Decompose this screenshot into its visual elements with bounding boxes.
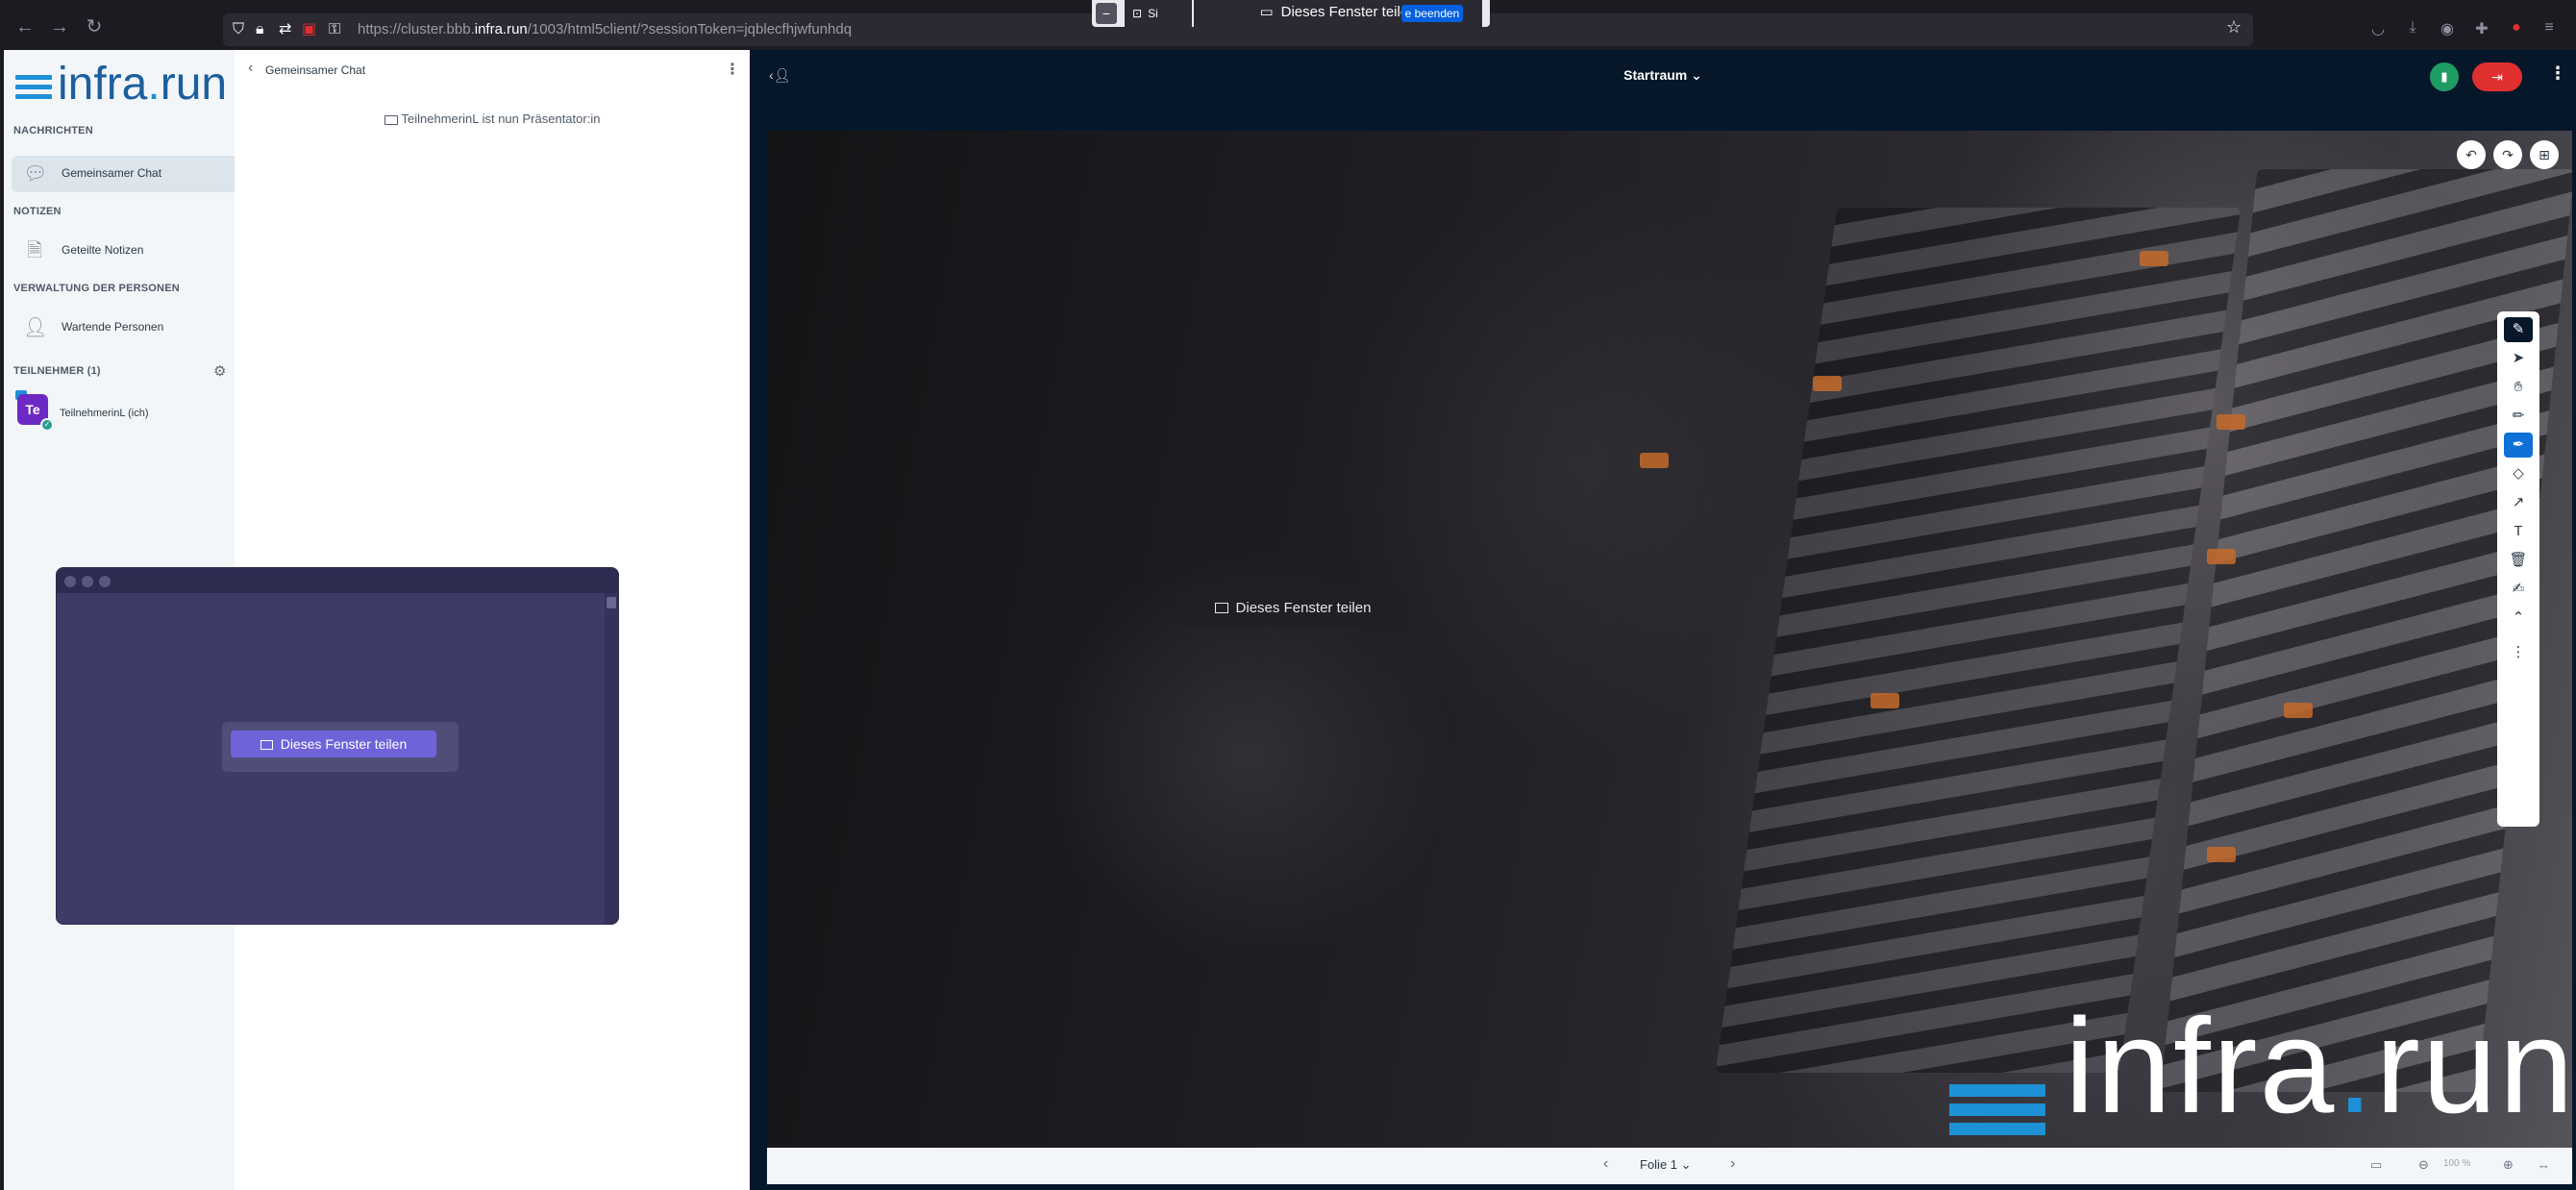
chat-title[interactable]: Gemeinsamer Chat <box>265 63 365 77</box>
next-slide-icon[interactable]: › <box>1730 1155 1735 1173</box>
shared-tab-label[interactable]: ⊡ Si <box>1125 0 1192 27</box>
chevron-down-icon: ⌄ <box>1691 67 1702 83</box>
sidebar-item-public-chat[interactable]: 💬︎ Gemeinsamer Chat <box>12 156 235 192</box>
scrollbar[interactable] <box>605 593 618 924</box>
connection-status-button[interactable]: ▮ <box>2430 62 2459 91</box>
delete-icon[interactable]: 🗑︎ <box>2504 548 2533 573</box>
presentation-area: ‹👤︎ Startraum ⌄ ▮ ⇥ ⋮ Dieses Fenster tei… <box>750 50 2576 1190</box>
fit-width-icon[interactable]: ↔ <box>2538 1157 2550 1172</box>
stop-sharing-button[interactable]: e beenden <box>1401 5 1463 22</box>
bookmark-star-icon[interactable]: ☆ <box>2226 17 2242 37</box>
previous-slide-icon[interactable]: ‹ <box>1603 1155 1608 1173</box>
forward-icon[interactable]: → <box>48 15 71 38</box>
window-icon <box>1214 603 1228 613</box>
presentation-slide[interactable]: Dieses Fenster teilen infra.run ↶ ↷ ⊞ ✎ … <box>767 131 2572 1148</box>
notes-icon: 🗎︎ <box>26 240 43 261</box>
more-tools-icon[interactable]: ⋮ <box>2504 640 2533 665</box>
brand-logo: infra.run <box>13 60 229 110</box>
share-window-button[interactable]: Dieses Fenster teilen <box>231 731 436 757</box>
whiteboard-toolbar: ✎ ➤ ✋︎ ✏︎ ✒︎ ◇ ↗ T 🗑︎ ✍︎ ⌃ ⋮ <box>2497 311 2539 827</box>
chevron-up-icon[interactable]: ⌃ <box>2504 606 2533 631</box>
share-preview-window[interactable]: Dieses Fenster teilen <box>56 567 619 925</box>
slide-logo: infra.run <box>2065 990 2572 1141</box>
browser-toolbar: ← → ↻ ⛉ 🔒︎ ⇄ ▣ ⚿ https://cluster.bbb.inf… <box>0 0 2576 50</box>
person-icon: 👤︎ <box>23 317 48 338</box>
account-icon[interactable]: ◉ <box>2438 19 2457 38</box>
key-icon[interactable]: ⚿ <box>329 20 340 39</box>
section-messages: NACHRICHTEN <box>13 125 93 136</box>
pocket-icon[interactable]: ◡ <box>2368 19 2388 38</box>
bbb-page: infra.run NACHRICHTEN 💬︎ Gemeinsamer Cha… <box>4 50 2576 1190</box>
gear-icon[interactable]: ⚙ <box>213 362 226 380</box>
sidebar-item-waiting-users[interactable]: 👤︎ Wartende Personen <box>12 310 235 346</box>
chevron-left-icon[interactable]: ‹ <box>248 60 253 77</box>
arrow-tool-icon[interactable]: ↗ <box>2504 490 2533 515</box>
share-window-label[interactable]: Dieses Fenster teilen <box>1177 590 1409 627</box>
chevron-down-icon: ⌄ <box>1680 1157 1692 1172</box>
pen-tool-icon[interactable]: ✒︎ <box>2504 433 2533 458</box>
extensions-icon[interactable]: ✚ <box>2472 19 2491 38</box>
document-icon: ⊡ <box>1132 7 1143 20</box>
window-icon: ▭ <box>1259 4 1274 20</box>
window-icon <box>260 740 273 750</box>
screen-share-indicator-icon[interactable]: ▣ <box>302 20 316 39</box>
room-title[interactable]: Startraum ⌄ <box>750 67 2576 84</box>
zoom-in-icon[interactable]: ⊕ <box>2503 1157 2514 1173</box>
minimize-icon[interactable]: − <box>1096 3 1117 24</box>
system-message: TeilnehmerinL ist nun Präsentator:in <box>235 112 750 126</box>
back-icon[interactable]: ← <box>13 15 37 38</box>
text-tool-icon[interactable]: T <box>2504 519 2533 544</box>
menu-icon[interactable]: ≡ <box>2539 19 2559 38</box>
redo-icon[interactable]: ↷ <box>2493 140 2522 169</box>
permissions-icon[interactable]: ⇄ <box>279 20 291 39</box>
url-text[interactable]: https://cluster.bbb.infra.run/1003/html5… <box>358 21 852 37</box>
chat-icon: 💬︎ <box>23 163 48 185</box>
more-options-icon[interactable]: ⋮ <box>2549 63 2566 84</box>
downloads-icon[interactable]: ⤓ <box>2403 19 2422 38</box>
section-people-management: VERWALTUNG DER PERSONEN <box>13 283 180 294</box>
preview-titlebar[interactable] <box>57 568 618 593</box>
more-options-icon[interactable]: ⋮ <box>725 60 740 79</box>
zoom-level[interactable]: 100 % <box>2443 1158 2470 1169</box>
section-participants: TEILNEHMER (1) <box>13 365 101 377</box>
participant-name[interactable]: TeilnehmerinL (ich) <box>60 408 149 419</box>
screenshot-icon[interactable]: ▭ <box>2370 1157 2382 1173</box>
slide-selector[interactable]: Folie 1 ⌄ <box>1640 1157 1692 1173</box>
select-tool-icon[interactable]: ➤ <box>2504 346 2533 371</box>
window-maximize-icon[interactable] <box>99 576 111 587</box>
presentation-controls: ‹ Folie 1 ⌄ › ▭ ⊖ 100 % ⊕ ↔ <box>767 1148 2572 1184</box>
share-button-frame: Dieses Fenster teilen <box>222 722 458 772</box>
reload-icon[interactable]: ↻ <box>83 15 106 38</box>
sidebar-item-shared-notes[interactable]: 🗎︎ Geteilte Notizen <box>12 233 235 269</box>
scrollbar-thumb[interactable] <box>607 597 616 608</box>
screen-icon <box>384 114 398 125</box>
eraser-tool-icon[interactable]: ◇ <box>2504 461 2533 486</box>
leave-meeting-button[interactable]: ⇥ <box>2472 62 2522 91</box>
moderator-badge-icon: ✓ <box>40 418 54 432</box>
logo-bars-icon <box>15 75 52 104</box>
pencil-tool-icon[interactable]: ✏︎ <box>2504 404 2533 429</box>
note-tool-icon[interactable]: ✍︎ <box>2504 577 2533 602</box>
lock-icon[interactable]: 🔒︎ <box>256 20 264 39</box>
apps-icon[interactable]: ⊞ <box>2530 140 2559 169</box>
hand-tool-icon[interactable]: ✋︎ <box>2504 375 2533 400</box>
recording-indicator-icon[interactable]: ● <box>2507 19 2526 38</box>
slide-logo-bars-icon <box>1949 1084 2045 1142</box>
whiteboard-toggle-icon[interactable]: ✎ <box>2504 317 2533 342</box>
section-notes: NOTIZEN <box>13 206 62 217</box>
zoom-out-icon[interactable]: ⊖ <box>2418 1157 2429 1173</box>
sharing-indicator-bar: − ⊡ Si ▭ Dieses Fenster teilen e beenden <box>1092 0 1490 27</box>
window-close-icon[interactable] <box>64 576 76 587</box>
shield-icon[interactable]: ⛉ <box>233 20 244 39</box>
undo-icon[interactable]: ↶ <box>2457 140 2486 169</box>
window-minimize-icon[interactable] <box>82 576 93 587</box>
